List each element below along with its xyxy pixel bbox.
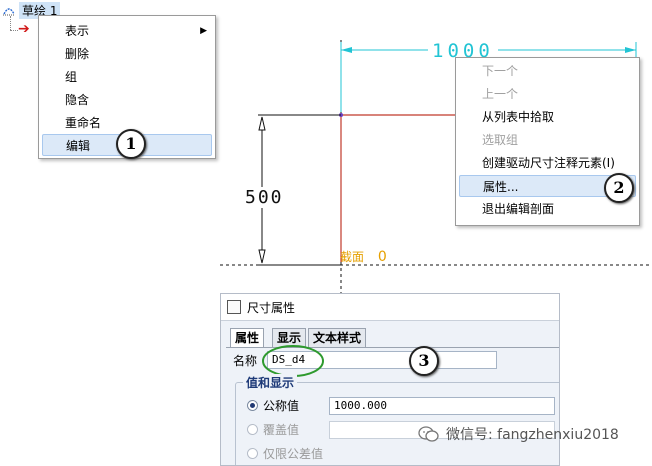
step-badge-2: 2 (604, 173, 634, 203)
menu-item-label: 属性... (483, 180, 519, 194)
menu-item-label: 编辑 (66, 139, 91, 153)
menu-item-label: 选取组 (482, 133, 519, 147)
watermark-text: 微信号: fangzhenxiu2018 (446, 427, 619, 443)
menu-item-create-driving-dimension[interactable]: 创建驱动尺寸注释元素(I) (456, 152, 639, 174)
menu-item-label: 下一个 (482, 64, 519, 78)
dimension-arrow-bottom (258, 249, 266, 264)
tolerance-only-label: 仅限公差值 (263, 447, 324, 461)
menu-item-label: 重命名 (65, 116, 102, 130)
menu-item-label: 退出编辑剖面 (482, 202, 555, 216)
menu-item-pick-from-list[interactable]: 从列表中拾取 (456, 106, 639, 128)
watermark: 微信号: fangzhenxiu2018 (418, 424, 619, 444)
menu-item-delete[interactable]: 删除 (39, 43, 215, 65)
menu-item-select-group[interactable]: 选取组 (456, 129, 639, 151)
section-label-text: 截面 (340, 250, 365, 264)
nominal-value-field[interactable]: 1000.000 (329, 397, 555, 415)
menu-item-label: 创建驱动尺寸注释元素(I) (482, 156, 615, 170)
menu-item-label: 组 (65, 70, 78, 84)
section-value: 0 (377, 249, 387, 265)
menu-item-label: 隐含 (65, 93, 90, 107)
wechat-icon (418, 425, 440, 443)
nominal-label: 公称值 (263, 399, 300, 413)
menu-item-suppress[interactable]: 隐含 (39, 89, 215, 111)
dialog-titlebar: 尺寸属性 (221, 294, 559, 321)
menu-item-label: 从列表中拾取 (482, 110, 555, 124)
section-label: 截面 0 (340, 248, 387, 265)
menu-item-label: 表示 (65, 24, 90, 38)
tolerance-only-radio[interactable] (247, 448, 258, 459)
submenu-arrow-icon: ▶ (200, 26, 207, 36)
tab-properties[interactable]: 属性 (230, 328, 265, 347)
menu-item-label: 上一个 (482, 87, 519, 101)
step-badge-3: 3 (409, 346, 439, 376)
menu-item-group[interactable]: 组 (39, 66, 215, 88)
menu-item-show[interactable]: 表示 ▶ (39, 20, 215, 42)
override-label: 覆盖值 (263, 423, 300, 437)
menu-item-previous[interactable]: 上一个 (456, 83, 639, 105)
dialog-icon (227, 300, 241, 314)
highlight-ellipse (262, 345, 324, 377)
step-badge-1: 1 (116, 129, 146, 159)
menu-item-next[interactable]: 下一个 (456, 60, 639, 82)
name-label: 名称 (233, 354, 258, 368)
dimension-value-vertical[interactable]: 500 (243, 187, 286, 208)
override-radio[interactable] (247, 424, 258, 435)
menu-item-label: 删除 (65, 47, 90, 61)
dimension-arrow-right (625, 47, 636, 53)
dimension-arrow-left (341, 47, 352, 53)
nominal-radio[interactable] (247, 400, 258, 411)
dialog-title: 尺寸属性 (247, 301, 296, 315)
value-group-title: 值和显示 (243, 374, 298, 391)
dimension-arrow-top (258, 116, 266, 131)
